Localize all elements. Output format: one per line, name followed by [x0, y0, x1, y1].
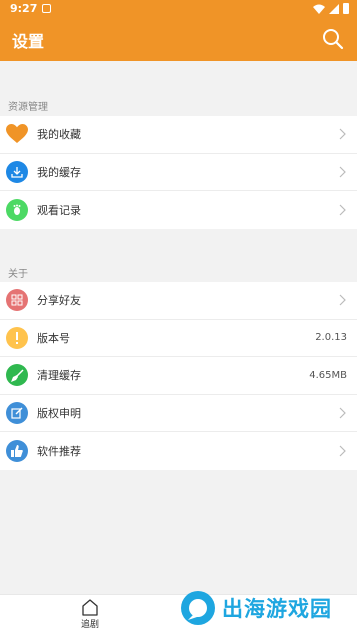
home-icon: [82, 599, 98, 616]
about-group: 分享好友 版本号 2.0.13 清理缓存 4.65MB 版权申明 软件推荐: [0, 282, 357, 470]
row-history[interactable]: 观看记录: [0, 191, 357, 229]
version-value: 2.0.13: [315, 332, 347, 344]
row-label: 我的缓存: [37, 165, 81, 179]
search-icon[interactable]: [321, 27, 345, 51]
row-label: 我的收藏: [37, 128, 81, 142]
section-label-about: 关于: [8, 269, 28, 280]
row-label: 观看记录: [37, 203, 81, 217]
row-copyright[interactable]: 版权申明: [0, 395, 357, 432]
row-clear-cache[interactable]: 清理缓存 4.65MB: [0, 357, 357, 395]
section-label-resources: 资源管理: [8, 102, 48, 113]
signal-icon: [329, 3, 339, 14]
row-version: 版本号 2.0.13: [0, 320, 357, 357]
broom-icon: [6, 364, 28, 387]
grid-icon: [6, 289, 28, 312]
wifi-icon: [313, 4, 325, 14]
watermark: 出海游戏园: [180, 590, 332, 626]
resources-group: 我的收藏 我的缓存 观看记录: [0, 116, 357, 229]
chevron-right-icon: [339, 204, 346, 216]
nav-tab-home[interactable]: 追剧: [72, 599, 108, 630]
nav-home-label: 追剧: [80, 620, 99, 630]
watermark-text: 出海游戏园: [222, 597, 332, 621]
heart-icon: [6, 123, 28, 145]
row-favorites[interactable]: 我的收藏: [0, 116, 357, 154]
footprint-icon: [6, 198, 28, 221]
watermark-logo-icon: [181, 591, 215, 625]
chevron-right-icon: [339, 166, 346, 178]
row-recommend[interactable]: 软件推荐: [0, 432, 357, 470]
status-time: 9:27: [10, 2, 38, 15]
row-label: 版本号: [37, 331, 70, 345]
row-label: 软件推荐: [37, 444, 81, 458]
exclamation-icon: [6, 326, 28, 349]
status-bar: 9:27: [0, 0, 357, 18]
row-cache[interactable]: 我的缓存: [0, 154, 357, 191]
chevron-right-icon: [339, 407, 346, 419]
cache-size-value: 4.65MB: [309, 369, 347, 381]
notification-icon: [42, 4, 51, 13]
row-share[interactable]: 分享好友: [0, 282, 357, 320]
edit-icon: [6, 401, 28, 424]
thumbs-up-icon: [6, 439, 28, 462]
download-icon: [6, 160, 28, 183]
row-label: 版权申明: [37, 406, 81, 420]
page-title: 设置: [12, 32, 45, 51]
chevron-right-icon: [339, 128, 346, 140]
chevron-right-icon: [339, 294, 346, 306]
status-indicators: [313, 3, 349, 14]
app-bar: 设置: [0, 18, 357, 61]
row-label: 清理缓存: [37, 369, 81, 383]
row-label: 分享好友: [37, 294, 81, 308]
battery-icon: [343, 3, 349, 14]
chevron-right-icon: [339, 445, 346, 457]
